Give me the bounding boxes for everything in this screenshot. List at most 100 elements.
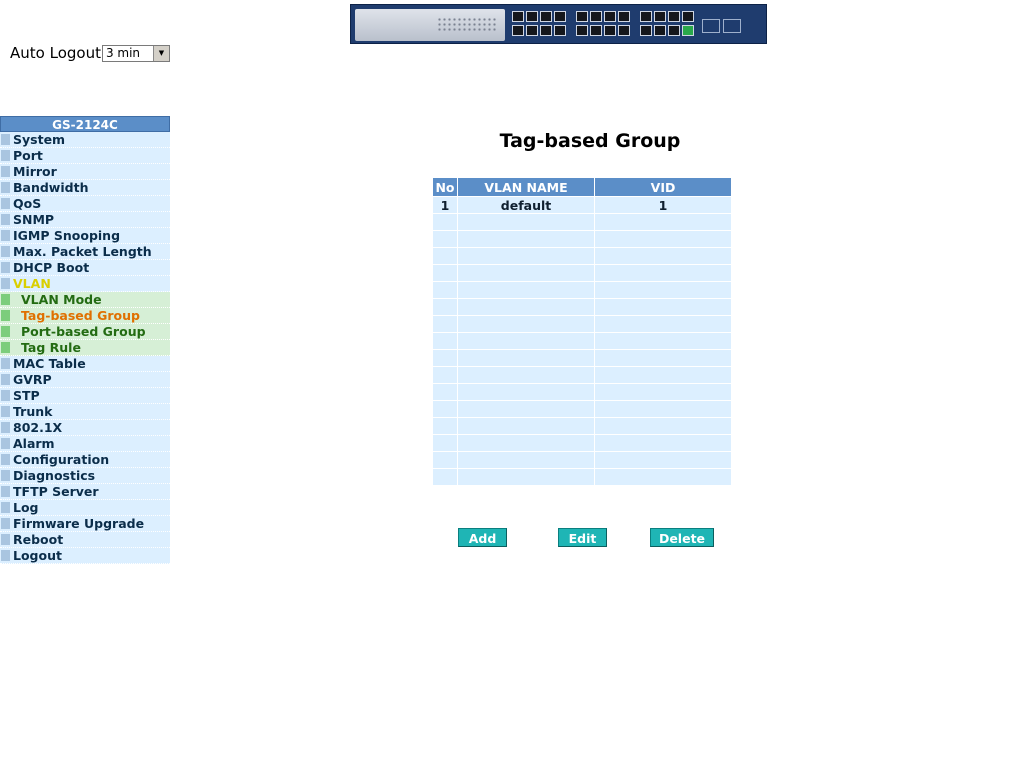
sidebar-item-gvrp[interactable]: GVRP (0, 372, 170, 388)
sidebar-item-dhcp-boot[interactable]: DHCP Boot (0, 260, 170, 276)
page-title: Tag-based Group (499, 130, 681, 152)
cell-no (432, 332, 458, 350)
vlan-group-table: No VLAN NAME VID 1 default 1 (432, 177, 732, 486)
sidebar-item-max-packet-length[interactable]: Max. Packet Length (0, 244, 170, 260)
table-row[interactable] (432, 366, 732, 384)
table-row[interactable] (432, 434, 732, 452)
add-button[interactable]: Add (458, 528, 507, 547)
sidebar-item-igmp-snooping[interactable]: IGMP Snooping (0, 228, 170, 244)
sidebar-item-mac-table[interactable]: MAC Table (0, 356, 170, 372)
bullet-icon (1, 246, 10, 257)
sidebar-item-stp[interactable]: STP (0, 388, 170, 404)
sidebar-item-bandwidth[interactable]: Bandwidth (0, 180, 170, 196)
auto-logout-select[interactable]: 3 min ▼ (101, 44, 170, 62)
bullet-icon (1, 390, 10, 401)
ethernet-port (654, 11, 666, 22)
table-row[interactable] (432, 281, 732, 299)
sidebar-item-configuration[interactable]: Configuration (0, 452, 170, 468)
table-row[interactable] (432, 230, 732, 248)
table-row[interactable] (432, 298, 732, 316)
table-row[interactable] (432, 400, 732, 418)
port-block-1 (512, 11, 566, 39)
sidebar-item-tag-rule[interactable]: Tag Rule (0, 340, 170, 356)
table-row[interactable] (432, 315, 732, 333)
sidebar-item-diagnostics[interactable]: Diagnostics (0, 468, 170, 484)
ethernet-port (618, 11, 630, 22)
sidebar-item-label: Reboot (13, 532, 64, 547)
ethernet-port (576, 11, 588, 22)
table-row[interactable] (432, 213, 732, 231)
sidebar-item-tftp-server[interactable]: TFTP Server (0, 484, 170, 500)
table-row[interactable] (432, 383, 732, 401)
sidebar-item-port[interactable]: Port (0, 148, 170, 164)
sidebar-item-vlan-mode[interactable]: VLAN Mode (0, 292, 170, 308)
port-block-3 (640, 11, 694, 39)
cell-vlan-name (457, 298, 595, 316)
cell-vid (594, 281, 732, 299)
sidebar-item-reboot[interactable]: Reboot (0, 532, 170, 548)
cell-vlan-name (457, 349, 595, 367)
cell-no (432, 434, 458, 452)
ethernet-port (512, 25, 524, 36)
sidebar-item-mirror[interactable]: Mirror (0, 164, 170, 180)
table-row[interactable] (432, 349, 732, 367)
table-row[interactable] (432, 468, 732, 486)
chevron-down-icon[interactable]: ▼ (152, 45, 169, 61)
column-header-vlan-name: VLAN NAME (457, 177, 595, 197)
cell-vlan-name (457, 468, 595, 486)
cell-vid (594, 298, 732, 316)
cell-vid (594, 332, 732, 350)
bullet-icon (1, 534, 10, 545)
sidebar-item-label: TFTP Server (13, 484, 99, 499)
sidebar-item-alarm[interactable]: Alarm (0, 436, 170, 452)
ethernet-port (654, 25, 666, 36)
sidebar-item-snmp[interactable]: SNMP (0, 212, 170, 228)
edit-button[interactable]: Edit (558, 528, 607, 547)
delete-button[interactable]: Delete (650, 528, 714, 547)
cell-vid (594, 213, 732, 231)
nav-list: System Port Mirror Bandwidth QoS SNMP IGMP Sno… (0, 132, 170, 564)
sidebar-item-label: MAC Table (13, 356, 86, 371)
cell-vid (594, 349, 732, 367)
table-row[interactable] (432, 264, 732, 282)
auto-logout-value: 3 min (105, 46, 141, 60)
ethernet-port (640, 25, 652, 36)
cell-no (432, 366, 458, 384)
bullet-icon (1, 262, 10, 273)
table-header-row: No VLAN NAME VID (432, 177, 732, 197)
ethernet-port (682, 25, 694, 36)
sidebar-item-system[interactable]: System (0, 132, 170, 148)
sidebar-item-qos[interactable]: QoS (0, 196, 170, 212)
table-row[interactable] (432, 417, 732, 435)
bullet-icon (1, 454, 10, 465)
sidebar-item-vlan[interactable]: VLAN (0, 276, 170, 292)
sidebar-item-label: Configuration (13, 452, 110, 467)
table-row[interactable] (432, 247, 732, 265)
sidebar-item-logout[interactable]: Logout (0, 548, 170, 564)
table-row[interactable] (432, 451, 732, 469)
bullet-icon (1, 470, 10, 481)
cell-no (432, 315, 458, 333)
sidebar-item-trunk[interactable]: Trunk (0, 404, 170, 420)
sidebar-item-tag-based-group[interactable]: Tag-based Group (0, 308, 170, 324)
sidebar-item-802-1x[interactable]: 802.1X (0, 420, 170, 436)
cell-no (432, 451, 458, 469)
cell-vid (594, 315, 732, 333)
switch-label-panel (355, 9, 505, 41)
ethernet-port (640, 11, 652, 22)
bullet-icon (1, 198, 10, 209)
cell-no (432, 383, 458, 401)
sidebar-item-port-based-group[interactable]: Port-based Group (0, 324, 170, 340)
sidebar-item-firmware-upgrade[interactable]: Firmware Upgrade (0, 516, 170, 532)
sidebar-item-label: GVRP (13, 372, 52, 387)
sidebar-item-log[interactable]: Log (0, 500, 170, 516)
cell-no (432, 298, 458, 316)
table-row[interactable] (432, 332, 732, 350)
cell-no (432, 213, 458, 231)
sidebar-item-label: STP (13, 388, 40, 403)
cell-vid (594, 451, 732, 469)
sidebar-item-label: Tag Rule (21, 340, 81, 355)
cell-no (432, 264, 458, 282)
bullet-icon (1, 182, 10, 193)
table-row[interactable]: 1 default 1 (432, 196, 732, 214)
